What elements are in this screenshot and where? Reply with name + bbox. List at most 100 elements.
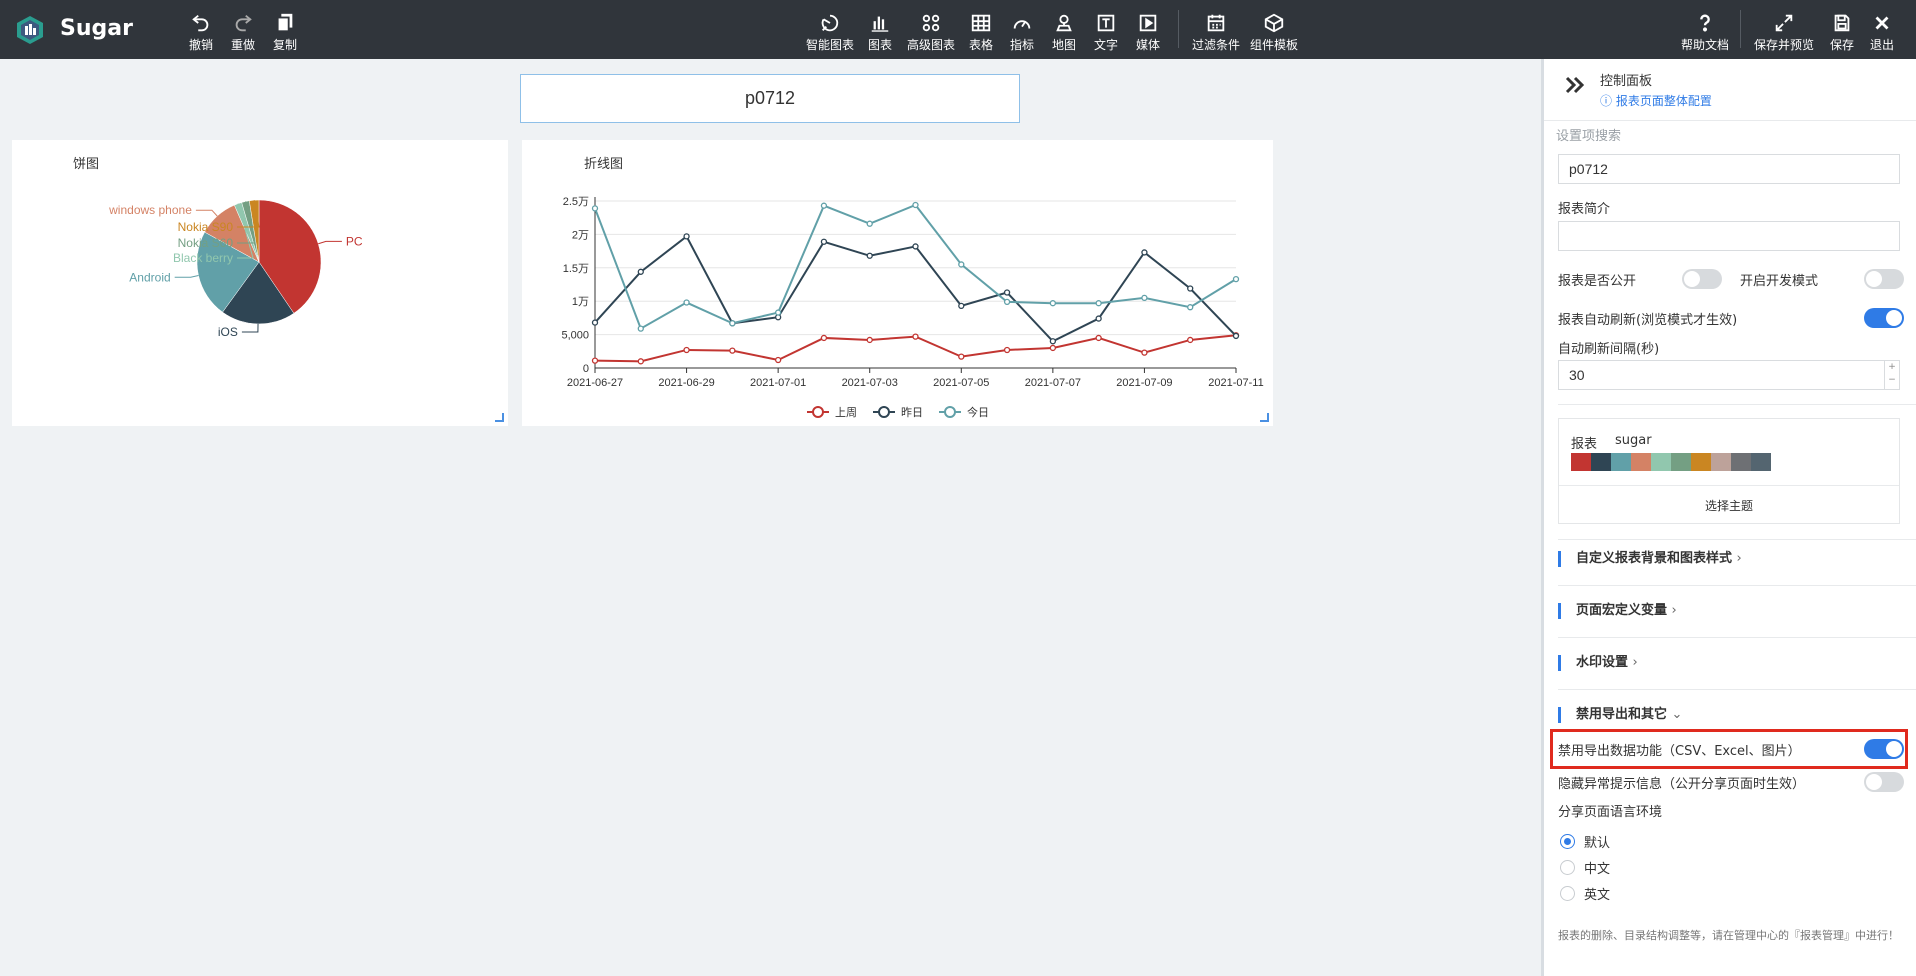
series-point-0 xyxy=(958,353,965,360)
copy-icon xyxy=(276,13,293,33)
dev-mode-toggle[interactable] xyxy=(1864,269,1904,289)
theme-swatch-2 xyxy=(1611,453,1631,471)
series-point-2 xyxy=(1049,300,1057,307)
auto-refresh-toggle[interactable] xyxy=(1864,308,1904,328)
top-toolbar: Sugar 撤销 重做 复制 智能图表 图表 高级图表 表格 指标 地图 文字 xyxy=(0,0,1916,59)
pie-label-line-3 xyxy=(195,209,218,217)
legend-label-2[interactable]: 今日 xyxy=(967,405,989,419)
section-watermark[interactable]: 水印设置 › xyxy=(1558,655,1638,671)
refresh-interval-input[interactable]: 30 xyxy=(1558,360,1900,390)
legend-label-1[interactable]: 昨日 xyxy=(901,406,923,419)
redo-button[interactable]: 重做 xyxy=(228,10,258,54)
y-tick-label: 2万 xyxy=(572,229,589,241)
pie-chart-card[interactable]: 饼图 PC iOS Android windows phone Black berry N… xyxy=(12,140,508,426)
filter-calendar-icon xyxy=(1207,14,1225,32)
save-preview-button[interactable]: 保存并预览 xyxy=(1752,10,1816,54)
divider xyxy=(1558,637,1916,638)
resize-handle[interactable] xyxy=(495,413,504,422)
series-point-0 xyxy=(774,356,782,364)
x-tick-label: 2021-06-29 xyxy=(658,377,714,389)
series-point-2 xyxy=(866,220,873,227)
filter-button[interactable]: 过滤条件 xyxy=(1190,10,1242,54)
undo-icon xyxy=(192,14,209,32)
series-point-0 xyxy=(1049,344,1057,352)
advanced-chart-icon xyxy=(922,14,940,32)
public-toggle[interactable] xyxy=(1682,269,1722,289)
x-tick-label: 2021-07-11 xyxy=(1208,377,1263,389)
series-point-0 xyxy=(591,357,599,364)
pie-label-6: Nokia S90 xyxy=(178,220,234,234)
line-chart-card[interactable]: 折线图 0 5,000 1万 1.5万 2万 2.5万 2021-06-27 2021-06-… xyxy=(522,140,1273,426)
section-style[interactable]: 自定义报表背景和图表样式 › xyxy=(1558,551,1742,567)
section-export[interactable]: 禁用导出和其它 ⌄ xyxy=(1558,707,1682,723)
legend-marker-1[interactable] xyxy=(878,406,890,418)
series-point-0 xyxy=(1187,336,1194,344)
pie-label-line-0 xyxy=(318,240,342,245)
text-icon xyxy=(1097,14,1115,32)
series-point-2 xyxy=(820,202,828,209)
exit-button[interactable]: 退出 xyxy=(1868,10,1896,54)
table-button[interactable]: 表格 xyxy=(967,10,995,54)
minus-icon[interactable]: − xyxy=(1888,375,1896,385)
component-template-button[interactable]: 组件模板 xyxy=(1248,10,1300,54)
play-icon xyxy=(1139,14,1157,32)
divider xyxy=(1558,585,1916,586)
series-point-2 xyxy=(1095,300,1102,307)
refresh-interval-label: 自动刷新间隔(秒) xyxy=(1558,342,1660,357)
public-label: 报表是否公开 xyxy=(1558,274,1637,289)
sugar-logo-icon xyxy=(17,16,43,44)
series-point-0 xyxy=(1141,349,1148,356)
radio-default[interactable] xyxy=(1560,834,1575,849)
component-template-icon xyxy=(1264,13,1284,33)
advanced-chart-button[interactable]: 高级图表 xyxy=(906,10,956,54)
report-title-box[interactable]: p0712 xyxy=(520,74,1020,123)
x-tick-label: 2021-06-27 xyxy=(567,377,623,389)
x-tick-label: 2021-07-07 xyxy=(1025,377,1081,389)
undo-button[interactable]: 撤销 xyxy=(186,10,216,54)
close-icon xyxy=(1875,16,1889,30)
series-point-0 xyxy=(637,358,644,365)
help-button[interactable]: 帮助文档 xyxy=(1680,10,1730,54)
hide-error-label: 隐藏异常提示信息（公开分享页面时生效） xyxy=(1558,777,1806,792)
series-line-1 xyxy=(594,234,1237,343)
series-line-2 xyxy=(594,203,1237,331)
section-macro[interactable]: 页面宏定义变量 › xyxy=(1558,603,1677,619)
radio-chinese[interactable] xyxy=(1560,860,1575,875)
copy-button[interactable]: 复制 xyxy=(270,10,300,54)
page-config-link[interactable]: ⓘ 报表页面整体配置 xyxy=(1600,92,1712,109)
theme-swatch-3 xyxy=(1631,453,1651,471)
chevron-down-icon: ⌄ xyxy=(1671,707,1683,722)
metric-button[interactable]: 指标 xyxy=(1008,10,1036,54)
text-button[interactable]: 文字 xyxy=(1092,10,1120,54)
legend-marker-2[interactable] xyxy=(944,406,956,418)
settings-search-input[interactable]: 设置项搜索 xyxy=(1556,125,1916,145)
series-point-2 xyxy=(774,309,782,316)
theme-swatches[interactable] xyxy=(1571,453,1771,471)
legend-marker-0[interactable] xyxy=(812,406,824,418)
chart-button[interactable]: 图表 xyxy=(866,10,894,54)
resize-handle[interactable] xyxy=(1260,413,1269,422)
map-button[interactable]: 地图 xyxy=(1050,10,1078,54)
plus-icon[interactable]: + xyxy=(1888,362,1896,372)
divider xyxy=(1559,485,1899,486)
theme-swatch-5 xyxy=(1671,453,1691,471)
hide-error-toggle[interactable] xyxy=(1864,772,1904,792)
series-point-1 xyxy=(637,268,644,275)
smart-chart-button[interactable]: 智能图表 xyxy=(805,10,855,54)
double-chevron-right-icon[interactable] xyxy=(1562,73,1586,97)
radio-english[interactable] xyxy=(1560,886,1575,901)
choose-theme-button[interactable]: 选择主题 xyxy=(1559,497,1899,514)
pie-chart: PCiOSAndroidwindows phoneBlack berryNoki… xyxy=(108,199,363,339)
report-intro-input[interactable] xyxy=(1558,221,1900,251)
interval-stepper[interactable]: + − xyxy=(1884,361,1899,389)
media-button[interactable]: 媒体 xyxy=(1134,10,1162,54)
series-point-1 xyxy=(820,238,828,245)
chevron-right-icon: › xyxy=(1671,603,1677,618)
series-point-0 xyxy=(912,333,919,340)
pie-label-1: iOS xyxy=(218,325,238,339)
save-button[interactable]: 保存 xyxy=(1828,10,1856,54)
legend-label-0[interactable]: 上周 xyxy=(835,406,857,419)
report-name-input[interactable]: p0712 xyxy=(1558,154,1900,184)
pie-label-5: Nokia S60 xyxy=(178,236,234,250)
series-point-2 xyxy=(958,261,965,268)
